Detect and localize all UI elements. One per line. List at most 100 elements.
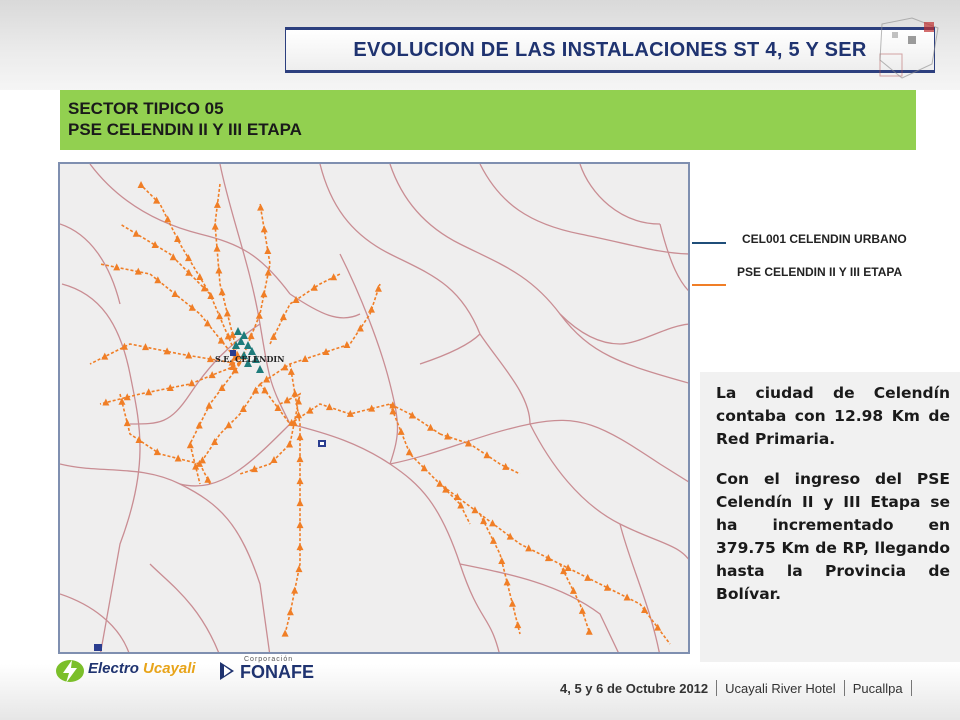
network-node-marker bbox=[498, 557, 506, 565]
network-node-marker bbox=[301, 354, 309, 362]
network-node-marker bbox=[185, 351, 193, 359]
urban-network-nodes bbox=[232, 327, 264, 373]
event-date: 4, 5 y 6 de Octubre 2012 bbox=[560, 680, 709, 696]
network-node-marker bbox=[215, 266, 223, 274]
network-node-marker bbox=[205, 401, 213, 409]
network-node-marker bbox=[213, 244, 221, 252]
network-node-marker bbox=[480, 517, 488, 525]
network-node-marker bbox=[252, 386, 260, 394]
network-node-marker bbox=[186, 441, 194, 449]
urban-node-marker bbox=[234, 327, 242, 335]
network-node-marker bbox=[213, 200, 221, 208]
sector-banner: SECTOR TIPICO 05 PSE CELENDIN II Y III E… bbox=[60, 90, 916, 150]
network-node-marker bbox=[286, 608, 294, 616]
network-node-marker bbox=[137, 181, 145, 189]
network-node-marker bbox=[217, 336, 225, 344]
network-node-marker bbox=[296, 499, 304, 507]
network-node-marker bbox=[578, 606, 586, 614]
network-node-marker bbox=[153, 448, 161, 456]
network-node-marker bbox=[145, 388, 153, 396]
legend-line-pse bbox=[692, 284, 726, 286]
network-node-marker bbox=[255, 311, 263, 319]
network-node-marker bbox=[261, 386, 269, 394]
network-node-marker bbox=[506, 532, 514, 540]
network-node-marker bbox=[584, 573, 592, 581]
network-node-marker bbox=[330, 273, 338, 281]
network-node-marker bbox=[257, 203, 265, 211]
project-name-label: PSE CELENDIN II Y III ETAPA bbox=[68, 120, 302, 139]
network-node-marker bbox=[471, 506, 479, 514]
lightning-icon bbox=[56, 660, 84, 683]
network-node-marker bbox=[367, 305, 375, 313]
network-node-marker bbox=[171, 290, 179, 298]
network-node-marker bbox=[623, 593, 631, 601]
urban-node-marker bbox=[256, 365, 264, 373]
network-node-marker bbox=[260, 225, 268, 233]
network-node-marker bbox=[296, 477, 304, 485]
network-node-marker bbox=[264, 268, 272, 276]
network-node-marker bbox=[296, 521, 304, 529]
network-node-marker bbox=[132, 229, 140, 237]
network-node-marker bbox=[397, 427, 405, 435]
description-paragraph-1: La ciudad de Celendín contaba con 12.98 … bbox=[716, 384, 950, 448]
network-node-marker bbox=[296, 455, 304, 463]
network-node-marker bbox=[291, 389, 299, 397]
map-canvas: S.E. CELENDIN bbox=[60, 164, 688, 652]
network-node-marker bbox=[489, 519, 497, 527]
description-paragraph-2: Con el ingreso del PSE Celendín II y III… bbox=[716, 470, 950, 603]
footer-divider bbox=[843, 680, 845, 696]
network-node-marker bbox=[427, 423, 435, 431]
network-node-marker bbox=[113, 263, 121, 271]
network-node-marker bbox=[216, 312, 224, 320]
network-node-marker bbox=[195, 421, 203, 429]
network-node-marker bbox=[291, 586, 299, 594]
network-node-marker bbox=[483, 451, 491, 459]
network-node-marker bbox=[270, 332, 278, 340]
network-node-marker bbox=[503, 578, 511, 586]
electro-ucayali-logo: Electro Ucayali bbox=[55, 656, 205, 686]
network-node-marker bbox=[142, 343, 150, 351]
substation-marker-3 bbox=[94, 644, 102, 651]
network-map[interactable]: S.E. CELENDIN bbox=[58, 162, 690, 654]
network-node-marker bbox=[306, 406, 314, 414]
sector-type-label: SECTOR TIPICO 05 bbox=[68, 99, 224, 118]
network-node-marker bbox=[174, 235, 182, 243]
fonafe-arrow-icon bbox=[220, 662, 234, 680]
network-node-marker bbox=[569, 586, 577, 594]
network-node-marker bbox=[296, 433, 304, 441]
network-node-marker bbox=[514, 621, 522, 629]
network-node-marker bbox=[264, 247, 272, 255]
network-node-marker bbox=[525, 544, 533, 552]
event-info: 4, 5 y 6 de Octubre 2012 Ucayali River H… bbox=[560, 680, 920, 696]
electro-ucayali-name: Electro Ucayali bbox=[88, 660, 196, 677]
network-node-marker bbox=[374, 284, 382, 292]
network-node-marker bbox=[211, 222, 219, 230]
network-node-marker bbox=[489, 536, 497, 544]
substation-label: S.E. CELENDIN bbox=[215, 354, 284, 364]
description-panel: La ciudad de Celendín contaba con 12.98 … bbox=[700, 372, 960, 662]
network-node-marker bbox=[281, 629, 289, 637]
corner-emblem-icon bbox=[879, 17, 939, 79]
footer-divider bbox=[910, 680, 912, 696]
fonafe-name: FONAFE bbox=[240, 662, 314, 682]
network-node-marker bbox=[279, 313, 287, 321]
network-node-marker bbox=[123, 419, 131, 427]
network-node-marker bbox=[343, 341, 351, 349]
network-node-marker bbox=[263, 375, 271, 383]
legend-label-pse: PSE CELENDIN II Y III ETAPA bbox=[737, 265, 903, 279]
urban-node-marker bbox=[244, 341, 252, 349]
network-node-marker bbox=[310, 283, 318, 291]
network-node-marker bbox=[295, 565, 303, 573]
slide-title-box: EVOLUCION DE LAS INSTALACIONES ST 4, 5 Y… bbox=[285, 27, 935, 73]
footer-divider bbox=[716, 680, 718, 696]
network-node-marker bbox=[585, 627, 593, 635]
legend-label-urbano: CEL001 CELENDIN URBANO bbox=[742, 232, 907, 246]
network-node-marker bbox=[185, 268, 193, 276]
network-node-marker bbox=[247, 332, 255, 340]
fonafe-logo: Corporación FONAFE bbox=[218, 654, 328, 684]
network-node-marker bbox=[508, 599, 516, 607]
network-node-marker bbox=[453, 493, 461, 501]
network-node-marker bbox=[196, 272, 204, 280]
network-node-marker bbox=[135, 435, 143, 443]
road-layer bbox=[60, 164, 688, 652]
